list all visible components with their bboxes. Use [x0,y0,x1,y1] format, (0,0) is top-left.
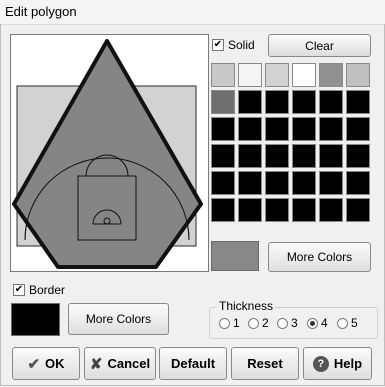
ok-button[interactable]: ✔ OK [12,347,80,380]
palette-swatch[interactable] [238,117,262,141]
palette-swatch[interactable] [319,144,343,168]
thickness-option-label: 4 [321,316,328,330]
palette-swatch[interactable] [319,171,343,195]
thickness-radio-2[interactable]: 2 [248,316,269,330]
palette-swatch[interactable] [265,171,289,195]
fill-more-colors-label: More Colors [286,250,353,264]
ok-label: OK [45,356,65,371]
palette-swatch[interactable] [292,63,316,87]
radio-dot[interactable] [307,317,318,329]
palette-swatch[interactable] [346,63,370,87]
palette-swatch[interactable] [265,90,289,114]
palette-swatch[interactable] [211,198,235,222]
palette-swatch[interactable] [346,198,370,222]
default-label: Default [170,356,216,371]
radio-dot[interactable] [277,317,288,329]
palette-swatch[interactable] [265,144,289,168]
border-checkbox[interactable]: ✔ Border [13,283,65,297]
palette-swatch[interactable] [265,117,289,141]
solid-label: Solid [228,38,255,52]
border-check-box[interactable]: ✔ [13,284,25,296]
palette-swatch[interactable] [319,198,343,222]
palette-swatch[interactable] [292,90,316,114]
palette-swatch[interactable] [346,117,370,141]
fill-color-preview [211,241,259,271]
reset-label: Reset [247,356,283,371]
palette-swatch[interactable] [292,144,316,168]
x-icon: ✘ [89,355,103,373]
default-button[interactable]: Default [159,347,227,380]
thickness-option-label: 2 [262,316,269,330]
fill-more-colors-button[interactable]: More Colors [268,242,371,272]
thickness-radio-1[interactable]: 1 [219,316,240,330]
clear-button[interactable]: Clear [268,34,371,57]
palette-swatch[interactable] [238,90,262,114]
palette-swatch[interactable] [238,198,262,222]
solid-check-box[interactable]: ✔ [212,39,224,51]
palette-swatch[interactable] [265,63,289,87]
thickness-radio-3[interactable]: 3 [277,316,298,330]
title-bar: Edit polygon [0,0,385,25]
reset-button[interactable]: Reset [231,347,299,380]
radio-dot[interactable] [248,317,259,329]
window-title: Edit polygon [5,4,77,19]
cancel-button[interactable]: ✘ Cancel [84,347,156,380]
thickness-radio-5[interactable]: 5 [337,316,358,330]
palette-swatch[interactable] [238,171,262,195]
palette-swatch[interactable] [211,63,235,87]
polygon-preview [10,34,209,272]
preview-canvas [11,35,208,271]
palette-swatch[interactable] [292,117,316,141]
border-label: Border [29,283,66,297]
help-button[interactable]: ? Help [303,347,372,380]
palette-swatch[interactable] [211,90,235,114]
palette-swatch[interactable] [319,90,343,114]
palette-swatch[interactable] [292,198,316,222]
palette-swatch[interactable] [346,144,370,168]
palette-swatch[interactable] [346,171,370,195]
check-icon: ✔ [27,355,41,373]
palette-swatch[interactable] [211,171,235,195]
thickness-radio-4[interactable]: 4 [307,316,328,330]
border-more-colors-label: More Colors [85,312,152,326]
border-more-colors-button[interactable]: More Colors [68,303,169,335]
palette-swatch[interactable] [319,63,343,87]
solid-checkbox[interactable]: ✔ Solid [212,38,255,52]
thickness-option-label: 3 [291,316,298,330]
palette-swatch[interactable] [292,171,316,195]
thickness-option-label: 5 [351,316,358,330]
radio-dot[interactable] [219,317,230,329]
thickness-label: Thickness [217,299,276,313]
palette-swatch[interactable] [238,63,262,87]
cancel-label: Cancel [107,356,151,371]
radio-dot[interactable] [337,317,348,329]
color-palette [211,63,373,225]
help-label: Help [333,356,363,371]
question-icon: ? [312,355,329,372]
clear-label: Clear [305,38,334,53]
border-color-preview [11,303,60,336]
palette-swatch[interactable] [211,144,235,168]
thickness-option-label: 1 [233,316,240,330]
palette-swatch[interactable] [265,198,289,222]
palette-swatch[interactable] [319,117,343,141]
palette-swatch[interactable] [238,144,262,168]
palette-swatch[interactable] [211,117,235,141]
palette-swatch[interactable] [346,90,370,114]
